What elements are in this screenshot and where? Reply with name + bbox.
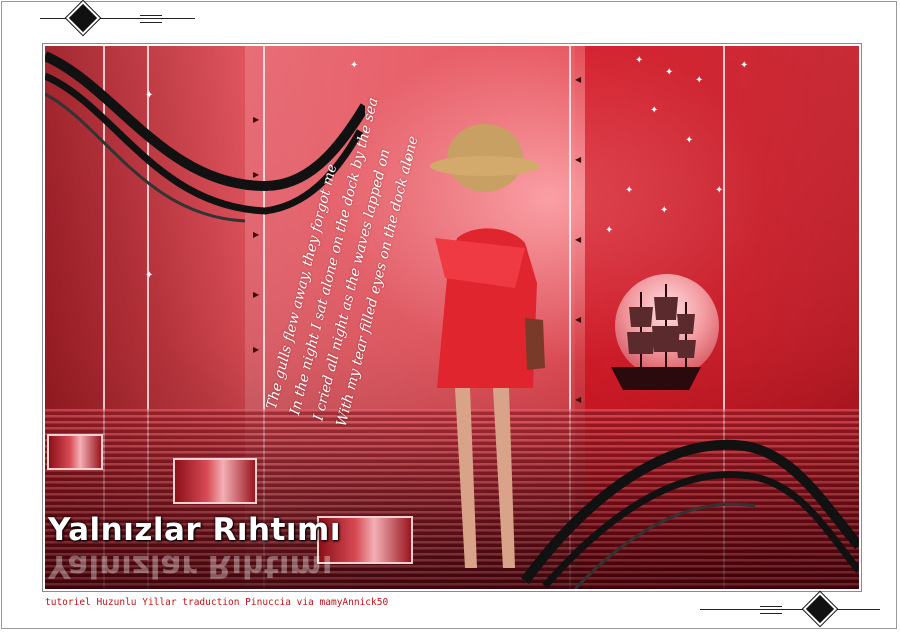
arrow-marker-icon: ◀ xyxy=(575,75,582,84)
arrow-marker-icon: ◀ xyxy=(575,395,582,404)
ship-icon xyxy=(611,284,701,390)
top-left-ornament xyxy=(40,1,200,35)
sparkle-star-icon: ✦ xyxy=(605,225,614,236)
sparkle-star-icon: ✦ xyxy=(695,75,704,86)
arrow-marker-icon: ◀ xyxy=(575,155,582,164)
diamond-ornament-icon xyxy=(66,1,100,35)
bottom-right-ornament xyxy=(700,592,880,626)
diamond-ornament-icon xyxy=(803,592,837,626)
artwork-title-reflection: Yalnızlar Rıhtımı xyxy=(48,548,333,584)
woman-in-red-dress xyxy=(430,124,545,568)
thumbnail-image xyxy=(173,458,257,504)
sparkle-star-icon: ✦ xyxy=(635,55,644,66)
sparkle-star-icon: ✦ xyxy=(650,105,659,116)
sparkle-star-icon: ✦ xyxy=(665,67,674,78)
arrow-marker-icon: ◀ xyxy=(575,315,582,324)
sparkle-star-icon: ✦ xyxy=(660,205,669,216)
sparkle-star-icon: ✦ xyxy=(145,270,154,281)
credit-text: tutoriel Huzunlu Yillar traduction Pinuc… xyxy=(45,597,389,608)
arrow-marker-icon: ◀ xyxy=(575,235,582,244)
sparkle-star-icon: ✦ xyxy=(685,135,694,146)
sparkle-star-icon: ✦ xyxy=(350,60,359,71)
arrow-marker-icon: ▶ xyxy=(253,115,260,124)
artwork-frame: ✦ ✦ ✦ ✦ ✦ ✦ ✦ ✦ ✦ ✦ ✦ ✦ ✦ ✦ ▶ ▶ ▶ ▶ ▶ ◀ … xyxy=(43,44,861,591)
arrow-marker-icon: ▶ xyxy=(253,290,260,299)
sparkle-star-icon: ✦ xyxy=(145,90,154,101)
black-swoosh-bottom-right xyxy=(520,439,859,589)
arrow-marker-icon: ▶ xyxy=(253,170,260,179)
sparkle-star-icon: ✦ xyxy=(740,60,749,71)
artwork-title: Yalnızlar Rıhtımı xyxy=(48,512,341,548)
arrow-marker-icon: ▶ xyxy=(253,230,260,239)
sparkle-star-icon: ✦ xyxy=(625,185,634,196)
thumbnail-image xyxy=(47,434,103,470)
arrow-marker-icon: ▶ xyxy=(253,345,260,354)
sparkle-star-icon: ✦ xyxy=(715,185,724,196)
